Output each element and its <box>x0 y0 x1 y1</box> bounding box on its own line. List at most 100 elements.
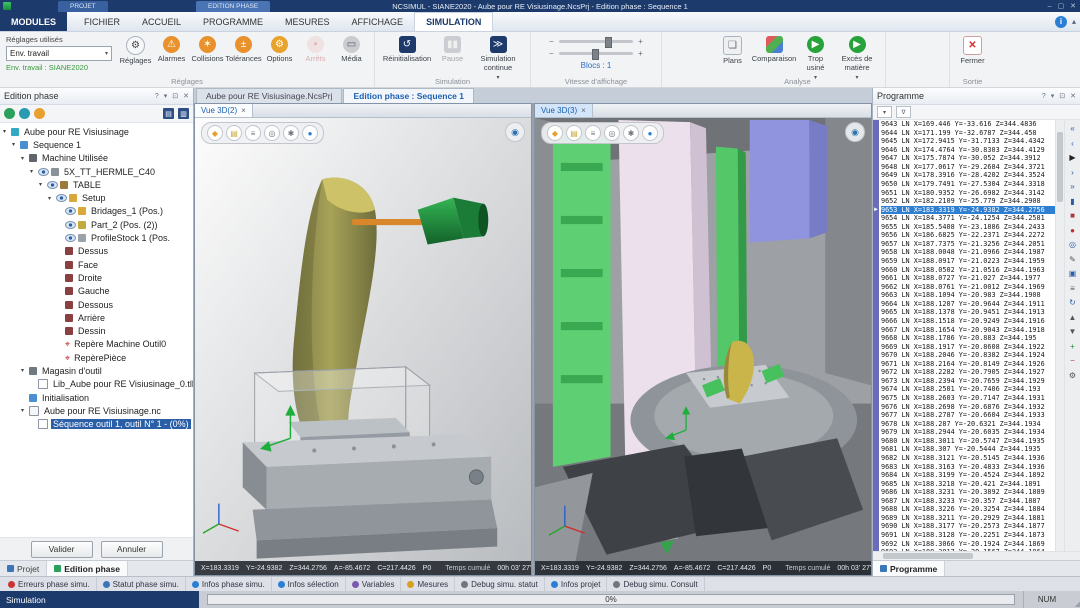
scroll-down-icon[interactable]: ▼ <box>1067 326 1078 337</box>
tree-item[interactable]: ▾Aube pour RE Visiusinage <box>0 125 193 138</box>
code-line[interactable]: 9643 LN X=169.446 Y=-33.616 Z=344.4836 <box>881 120 1055 129</box>
visibility-eye-icon[interactable] <box>47 181 58 189</box>
code-line[interactable]: 9644 LN X=171.199 Y=-32.6787 Z=344.458 <box>881 129 1055 138</box>
goto-first-icon[interactable]: « <box>1067 123 1078 134</box>
workspace-tab-edition-phase[interactable]: EDITION PHASE <box>196 1 270 12</box>
bottom-tab-mesures[interactable]: Mesures <box>401 577 455 591</box>
panel-help-icon[interactable]: ? <box>155 93 159 100</box>
code-line[interactable]: 9660 LN X=188.0502 Y=-21.0516 Z=344.1963 <box>881 266 1055 275</box>
panel-close-icon[interactable]: ✕ <box>1070 92 1076 100</box>
slider-plus-icon[interactable]: + <box>637 37 644 46</box>
code-line[interactable]: 9646 LN X=174.4764 Y=-30.8303 Z=344.4129 <box>881 146 1055 155</box>
code-line[interactable]: 9686 LN X=188.3231 Y=-20.3892 Z=344.1889 <box>881 488 1055 497</box>
slider2-track[interactable] <box>559 52 633 55</box>
menu-tab-fichier[interactable]: FICHIER <box>73 12 131 31</box>
code-line[interactable]: 9684 LN X=188.3199 Y=-20.4524 Z=344.1892 <box>881 471 1055 480</box>
code-line[interactable]: 9655 LN X=185.5408 Y=-23.1886 Z=344.2433 <box>881 223 1055 232</box>
code-line[interactable]: 9649 LN X=178.3916 Y=-28.4202 Z=344.3524 <box>881 171 1055 180</box>
resize-grip[interactable]: ◢ <box>1070 591 1080 608</box>
tree-item[interactable]: ▾Aube pour RE Visiusinage.nc <box>0 404 193 417</box>
code-line[interactable]: 9667 LN X=188.1654 Y=-20.9043 Z=344.1918 <box>881 326 1055 335</box>
collapse-ribbon-icon[interactable]: ▴ <box>1072 17 1076 26</box>
pause-icon[interactable]: ▮ <box>1067 196 1078 207</box>
code-line[interactable]: 9661 LN X=188.0727 Y=-21.027 Z=344.1977 <box>881 274 1055 283</box>
tab-programme[interactable]: Programme <box>873 561 945 576</box>
bottom-tab-erreurs-phase-simu-[interactable]: Erreurs phase simu. <box>2 577 97 591</box>
code-line[interactable]: 9689 LN X=188.3211 Y=-20.2929 Z=344.1881 <box>881 514 1055 523</box>
render-mode-icon[interactable]: ● <box>302 125 318 141</box>
doc-tab-project[interactable]: Aube pour RE Visiusinage.NcsPrj <box>196 88 342 103</box>
fermer-button[interactable]: ✕ Fermer <box>956 34 989 66</box>
code-line[interactable]: 9648 LN X=177.0617 Y=-29.2684 Z=344.3721 <box>881 163 1055 172</box>
reinitialisation-button[interactable]: ↺ Réinitialisation <box>381 34 433 64</box>
plans-button[interactable]: ❏ Plans <box>716 34 749 66</box>
tree-item[interactable]: Initialisation <box>0 391 193 404</box>
menu-tab-affichage[interactable]: AFFICHAGE <box>341 12 415 31</box>
step-back-icon[interactable]: ‹ <box>1067 138 1078 149</box>
code-line[interactable]: 9668 LN X=188.1786 Y=-20.883 Z=344.195 <box>881 334 1055 343</box>
code-line[interactable]: 9670 LN X=188.2046 Y=-20.8382 Z=344.1924 <box>881 351 1055 360</box>
bottom-tab-variables[interactable]: Variables <box>346 577 402 591</box>
goto-last-icon[interactable]: » <box>1067 181 1078 192</box>
code-horizontal-scrollbar[interactable] <box>873 551 1080 560</box>
slider-track[interactable] <box>559 40 633 43</box>
play-icon[interactable]: ▶ <box>1067 152 1078 163</box>
view1-options-button[interactable]: ◉ <box>505 122 525 142</box>
tab-edition-phase[interactable]: Edition phase <box>47 561 128 576</box>
bottom-tab-infos-phase-simu-[interactable]: Infos phase simu. <box>186 577 272 591</box>
code-line[interactable]: 9654 LN X=184.3771 Y=-24.1254 Z=344.2581 <box>881 214 1055 223</box>
display-list-icon[interactable]: ≡ <box>585 125 601 141</box>
expander-icon[interactable]: ▾ <box>3 128 11 135</box>
panel-close-icon[interactable]: ✕ <box>183 92 189 100</box>
tree-item[interactable]: Lib_Aube pour RE Visiusinage_0.tlb <box>0 378 193 391</box>
visibility-eye-icon[interactable] <box>38 168 49 176</box>
code-line[interactable]: 9682 LN X=188.3121 Y=-20.5145 Z=344.1936 <box>881 454 1055 463</box>
menu-tab-mesures[interactable]: MESURES <box>274 12 341 31</box>
sync-icon[interactable]: ↻ <box>1067 297 1078 308</box>
view-settings-icon[interactable]: ✱ <box>283 125 299 141</box>
block-speed-slider[interactable]: − + <box>548 49 644 58</box>
annuler-button[interactable]: Annuler <box>101 541 163 558</box>
tree-item[interactable]: ▾TABLE <box>0 178 193 191</box>
display-list-icon[interactable]: ≡ <box>245 125 261 141</box>
tree-item[interactable]: ProfileStock 1 (Pos. <box>0 231 193 244</box>
view-cube-icon[interactable]: ◆ <box>207 125 223 141</box>
code-line[interactable]: 9671 LN X=188.2164 Y=-20.8149 Z=344.1926 <box>881 360 1055 369</box>
code-line[interactable]: 9678 LN X=188.287 Y=-20.6321 Z=344.1934 <box>881 420 1055 429</box>
panel-dock-icon[interactable]: ⊡ <box>172 92 178 100</box>
expander-icon[interactable]: ▾ <box>21 407 29 414</box>
tree-item[interactable]: Bridages_1 (Pos.) <box>0 205 193 218</box>
view2-options-button[interactable]: ◉ <box>845 122 865 142</box>
code-line[interactable]: 9677 LN X=188.2787 Y=-20.6604 Z=344.1933 <box>881 411 1055 420</box>
menu-tab-programme[interactable]: PROGRAMME <box>192 12 274 31</box>
view1-tab[interactable]: Vue 3D(2) × <box>195 104 253 117</box>
comparaison-button[interactable]: Comparaison <box>752 34 796 64</box>
code-line[interactable]: 9690 LN X=188.3177 Y=-20.2573 Z=344.1877 <box>881 522 1055 531</box>
code-line[interactable]: 9681 LN X=188.307 Y=-20.5444 Z=344.1935 <box>881 445 1055 454</box>
tree-item[interactable]: Droite <box>0 271 193 284</box>
code-line[interactable]: 9662 LN X=188.0761 Y=-21.0012 Z=344.1969 <box>881 283 1055 292</box>
code-line[interactable]: 9688 LN X=188.3226 Y=-20.3254 Z=344.1884 <box>881 505 1055 514</box>
zoom-icon[interactable]: ◎ <box>604 125 620 141</box>
layers-icon[interactable]: ▤ <box>566 125 582 141</box>
display-speed-slider[interactable]: − + <box>548 37 644 46</box>
bottom-tab-debug-simu-consult[interactable]: Debug simu. Consult <box>607 577 704 591</box>
code-line[interactable]: 9659 LN X=188.0917 Y=-21.0223 Z=344.1959 <box>881 257 1055 266</box>
settings-combo[interactable]: Env. travail ▾ <box>6 46 112 61</box>
tree-view-icon[interactable]: ▤ <box>163 108 174 119</box>
media-button[interactable]: ▭ Média <box>335 34 368 64</box>
visibility-eye-icon[interactable] <box>65 221 76 229</box>
slider-minus-icon[interactable]: − <box>548 37 555 46</box>
code-line[interactable]: 9664 LN X=188.1207 Y=-20.9644 Z=344.1911 <box>881 300 1055 309</box>
alarmes-button[interactable]: ⚠ Alarmes <box>155 34 188 64</box>
minimize-button[interactable]: – <box>1048 3 1052 10</box>
panel-help-icon[interactable]: ? <box>1042 93 1046 100</box>
expander-icon[interactable]: ▾ <box>21 155 29 162</box>
code-line[interactable]: 9657 LN X=187.7375 Y=-21.3256 Z=344.2051 <box>881 240 1055 249</box>
tree-item[interactable]: ⌖RepèrePièce <box>0 351 193 364</box>
step-forward-icon[interactable]: › <box>1067 167 1078 178</box>
code-line[interactable]: 9653 LN X=183.3319 Y=-24.9382 Z=344.2756 <box>881 206 1055 215</box>
code-line[interactable]: 9691 LN X=188.3128 Y=-20.2251 Z=344.1873 <box>881 531 1055 540</box>
code-line[interactable]: 9658 LN X=188.0048 Y=-21.0966 Z=344.1987 <box>881 248 1055 257</box>
program-options-icon[interactable]: ⚙ <box>1067 370 1078 381</box>
